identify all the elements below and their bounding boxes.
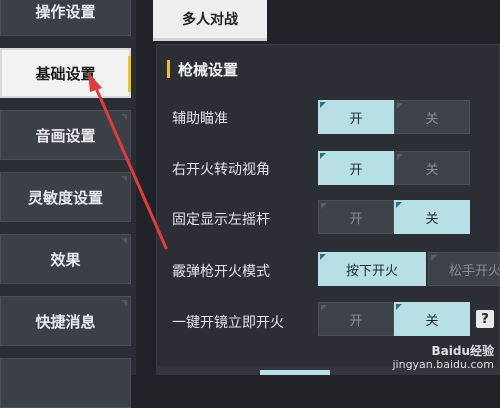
row-label-one-tap-scope-fire: 一键开镜立即开火 bbox=[172, 315, 284, 331]
section-title: 枪械设置 bbox=[178, 60, 239, 79]
tab-multiplayer[interactable]: 多人对战 bbox=[153, 0, 267, 41]
sidebar-item-effects[interactable]: 效果 bbox=[0, 234, 131, 284]
corner-marker-icon bbox=[396, 202, 402, 208]
corner-marker-icon bbox=[321, 203, 327, 209]
sidebar-item-label: 灵敏度设置 bbox=[27, 188, 103, 207]
corner-marker-icon bbox=[321, 305, 327, 311]
option-label: 开 bbox=[349, 211, 363, 227]
option-label: 开 bbox=[349, 313, 363, 329]
fixed-joystick-off-option[interactable]: 关 bbox=[394, 200, 470, 234]
sidebar: 操作设置 基础设置 音画设置 灵敏度设置 效果 快捷消息 bbox=[0, 0, 136, 408]
sidebar-item-label: 操作设置 bbox=[35, 2, 96, 21]
right-fire-rotate-on-option[interactable]: 开 bbox=[318, 151, 394, 185]
sidebar-item-operation[interactable]: 操作设置 bbox=[0, 0, 131, 36]
question-icon[interactable]: ? bbox=[476, 310, 494, 328]
sidebar-item-sensitivity[interactable]: 灵敏度设置 bbox=[0, 172, 131, 222]
corner-marker-icon bbox=[396, 304, 402, 310]
sidebar-item-label: 基础设置 bbox=[35, 64, 96, 83]
corner-marker-icon bbox=[431, 255, 437, 261]
partial-toggle bbox=[260, 370, 330, 375]
row-label-shotgun-fire-mode: 霰弹枪开火模式 bbox=[172, 264, 270, 280]
corner-marker-icon bbox=[121, 300, 127, 306]
corner-marker-icon bbox=[320, 153, 326, 159]
option-label: 开 bbox=[349, 162, 363, 178]
top-tab-bar: 多人对战 bbox=[136, 0, 500, 44]
corner-marker-icon bbox=[320, 254, 326, 260]
sidebar-item-quick-messages[interactable]: 快捷消息 bbox=[0, 296, 131, 346]
sidebar-item-label: 音画设置 bbox=[35, 126, 96, 145]
option-label: 按下开火 bbox=[345, 263, 398, 279]
shotgun-release-fire-option[interactable]: 松手开火 bbox=[428, 252, 500, 286]
option-label: 关 bbox=[425, 211, 439, 227]
scope-fire-on-option[interactable]: 开 bbox=[318, 302, 394, 336]
help-glyph: ? bbox=[481, 311, 489, 327]
option-label: 关 bbox=[425, 111, 439, 127]
sidebar-item-label: 效果 bbox=[50, 250, 81, 269]
option-label: 关 bbox=[425, 313, 439, 329]
corner-marker-icon bbox=[121, 238, 127, 244]
right-fire-rotate-off-option[interactable]: 关 bbox=[394, 151, 470, 185]
row-label-right-fire-rotate: 右开火转动视角 bbox=[172, 162, 270, 178]
option-label: 开 bbox=[349, 111, 363, 127]
row-label-aim-assist: 辅助瞄准 bbox=[172, 111, 228, 127]
section-header: 枪械设置 bbox=[167, 58, 238, 80]
sidebar-item-basic[interactable]: 基础设置 bbox=[0, 48, 131, 98]
corner-marker-icon bbox=[121, 114, 127, 120]
corner-marker-icon bbox=[320, 102, 326, 108]
watermark: Baidu经验 jingyan.baidu.com bbox=[392, 344, 495, 372]
corner-marker-icon bbox=[397, 154, 403, 160]
option-label: 关 bbox=[425, 162, 439, 178]
corner-marker-icon bbox=[121, 176, 127, 182]
aim-assist-off-option[interactable]: 关 bbox=[394, 100, 470, 134]
option-label: 松手开火 bbox=[449, 263, 500, 279]
active-indicator bbox=[128, 56, 131, 92]
watermark-url: jingyan.baidu.com bbox=[392, 358, 494, 371]
row-label-fixed-left-joystick: 固定显示左摇杆 bbox=[172, 212, 270, 228]
aim-assist-on-option[interactable]: 开 bbox=[318, 100, 394, 134]
fixed-joystick-on-option[interactable]: 开 bbox=[318, 200, 394, 234]
sidebar-item-audio-video[interactable]: 音画设置 bbox=[0, 110, 131, 160]
watermark-brand: Baidu经验 bbox=[431, 344, 495, 358]
scope-fire-off-option[interactable]: 关 bbox=[394, 302, 470, 336]
tab-label: 多人对战 bbox=[182, 12, 238, 28]
sidebar-item-more[interactable] bbox=[0, 358, 131, 408]
sidebar-item-label: 快捷消息 bbox=[35, 312, 96, 331]
corner-marker-icon bbox=[397, 103, 403, 109]
shotgun-press-fire-option[interactable]: 按下开火 bbox=[318, 252, 426, 286]
section-accent-bar bbox=[167, 60, 170, 78]
